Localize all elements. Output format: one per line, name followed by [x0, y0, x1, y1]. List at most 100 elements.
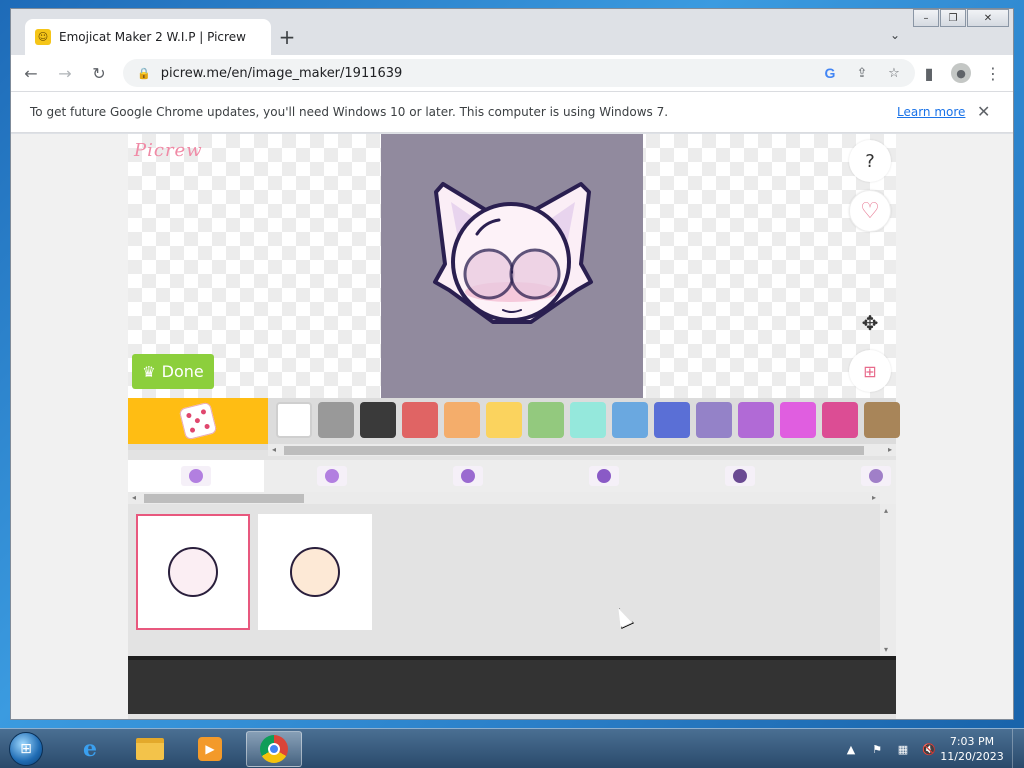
tabs-scroll-right-icon[interactable]: ▸ — [872, 492, 876, 504]
media-player-icon: ▶ — [198, 737, 222, 761]
infobar-close-icon[interactable]: ✕ — [977, 102, 990, 121]
part-color-dot — [869, 469, 883, 483]
grid-icon[interactable]: ⊞ — [849, 350, 891, 392]
color-swatch[interactable] — [738, 402, 774, 438]
show-desktop-button[interactable] — [1012, 729, 1024, 768]
part-color-dot — [325, 469, 339, 483]
picrew-logo[interactable]: Picrew — [134, 140, 203, 161]
items-scrollbar[interactable]: ▴ ▾ — [880, 504, 896, 656]
forward-button[interactable]: → — [51, 59, 79, 87]
scroll-right-icon[interactable]: ▸ — [888, 444, 892, 456]
tabs-scrollbar[interactable]: ◂ ▸ — [128, 492, 880, 504]
done-button[interactable]: ♛ Done — [132, 354, 214, 389]
part-color-dot — [733, 469, 747, 483]
help-button[interactable]: ? — [849, 140, 891, 182]
items-scroll-down-icon[interactable]: ▾ — [884, 645, 888, 654]
profile-button[interactable]: ● — [947, 59, 975, 87]
start-button[interactable]: ⊞ — [4, 729, 48, 768]
taskbar-media-player[interactable]: ▶ — [182, 731, 238, 767]
color-swatch[interactable] — [570, 402, 606, 438]
color-swatch[interactable] — [486, 402, 522, 438]
clock-date: 11/20/2023 — [940, 750, 1004, 763]
face-shape-preview — [168, 547, 218, 597]
color-swatch[interactable] — [318, 402, 354, 438]
color-swatch[interactable] — [612, 402, 648, 438]
color-swatch[interactable] — [780, 402, 816, 438]
item-option[interactable] — [136, 514, 250, 630]
page-viewport: Picrew ♛ Done ? ♡ ✥ ⊞ ◂ ▸ ◂ ▸ ▴ ▾ — [11, 134, 1013, 719]
window-controls: – ❐ ✕ — [912, 9, 1009, 27]
folder-icon — [136, 738, 164, 760]
randomize-button[interactable] — [128, 398, 268, 444]
clock[interactable]: 7:03 PM 11/20/2023 — [940, 734, 1004, 764]
taskbar-chrome[interactable] — [246, 731, 302, 767]
system-tray: ▲ ⚑ ▦ 🔇 — [842, 729, 946, 768]
part-tab[interactable] — [128, 460, 264, 492]
color-swatch[interactable] — [528, 402, 564, 438]
close-window-button[interactable]: ✕ — [967, 9, 1009, 27]
restore-button[interactable]: ❐ — [940, 9, 966, 27]
part-thumbnail — [861, 466, 891, 486]
scroll-left-icon[interactable]: ◂ — [272, 444, 276, 456]
item-option[interactable] — [258, 514, 372, 630]
favorite-heart-icon[interactable]: ♡ — [849, 190, 891, 232]
browser-tab[interactable]: ☺ Emojicat Maker 2 W.I.P | Picrew — [25, 19, 271, 55]
tabs-scroll-left-icon[interactable]: ◂ — [132, 492, 136, 504]
tab-search-icon[interactable]: ⌄ — [885, 25, 905, 45]
google-lens-icon[interactable]: G — [819, 63, 841, 83]
lock-icon[interactable]: 🔒 — [137, 67, 151, 80]
network-icon[interactable]: ▦ — [894, 740, 912, 758]
emojicat-preview — [433, 182, 593, 324]
new-tab-button[interactable]: + — [273, 23, 301, 51]
clock-time: 7:03 PM — [949, 735, 995, 748]
color-swatch[interactable] — [654, 402, 690, 438]
palette-scroll-thumb[interactable] — [284, 446, 864, 455]
color-swatch[interactable] — [822, 402, 858, 438]
learn-more-link[interactable]: Learn more — [897, 105, 965, 119]
reload-button[interactable]: ↻ — [85, 59, 113, 87]
update-infobar: To get future Google Chrome updates, you… — [11, 91, 1013, 133]
part-tabs: ◂ ▸ ▴ ▾ — [128, 460, 896, 504]
bottom-bar — [128, 656, 896, 714]
part-tab[interactable] — [672, 460, 808, 492]
tabs-scroll-thumb[interactable] — [144, 494, 304, 503]
part-thumbnail — [725, 466, 755, 486]
minimize-button[interactable]: – — [913, 9, 939, 27]
items-scroll-up-icon[interactable]: ▴ — [884, 506, 888, 515]
menu-icon[interactable]: ⋮ — [979, 59, 1007, 87]
tray-expand-icon[interactable]: ▲ — [842, 740, 860, 758]
part-tab[interactable] — [400, 460, 536, 492]
color-swatch[interactable] — [276, 402, 312, 438]
part-thumbnail — [589, 466, 619, 486]
color-swatch[interactable] — [864, 402, 900, 438]
share-icon[interactable]: ⇪ — [851, 63, 873, 83]
url-text[interactable]: picrew.me/en/image_maker/1911639 — [161, 66, 403, 81]
volume-muted-icon[interactable]: 🔇 — [920, 740, 938, 758]
taskbar-explorer[interactable] — [122, 731, 178, 767]
palette-scrollbar[interactable]: ◂ ▸ — [268, 444, 896, 456]
face-shape-preview — [290, 547, 340, 597]
color-swatch[interactable] — [402, 402, 438, 438]
address-bar[interactable]: 🔒 picrew.me/en/image_maker/1911639 G ⇪ ☆ — [123, 59, 915, 87]
part-tab[interactable] — [264, 460, 400, 492]
part-tab[interactable] — [808, 460, 944, 492]
color-swatch[interactable] — [444, 402, 480, 438]
character-canvas — [381, 134, 643, 398]
tab-strip: ☺ Emojicat Maker 2 W.I.P | Picrew + ⌄ – … — [11, 9, 1013, 55]
done-label: Done — [161, 362, 204, 381]
bookmark-star-icon[interactable]: ☆ — [883, 63, 905, 83]
action-center-flag-icon[interactable]: ⚑ — [868, 740, 886, 758]
item-grid: ▴ ▾ — [128, 504, 896, 656]
part-color-dot — [189, 469, 203, 483]
move-arrows-icon[interactable]: ✥ — [849, 302, 891, 344]
part-color-dot — [597, 469, 611, 483]
taskbar: ⊞ e ▶ ▲ ⚑ ▦ 🔇 7:03 PM 11/20/2023 — [0, 728, 1024, 768]
back-button[interactable]: ← — [17, 59, 45, 87]
color-swatch[interactable] — [696, 402, 732, 438]
taskbar-ie[interactable]: e — [62, 731, 118, 767]
part-color-dot — [461, 469, 475, 483]
part-tab[interactable] — [536, 460, 672, 492]
toolbar-right: ▮ ● ⋮ — [911, 59, 1007, 87]
side-panel-icon[interactable]: ▮ — [915, 59, 943, 87]
color-swatch[interactable] — [360, 402, 396, 438]
